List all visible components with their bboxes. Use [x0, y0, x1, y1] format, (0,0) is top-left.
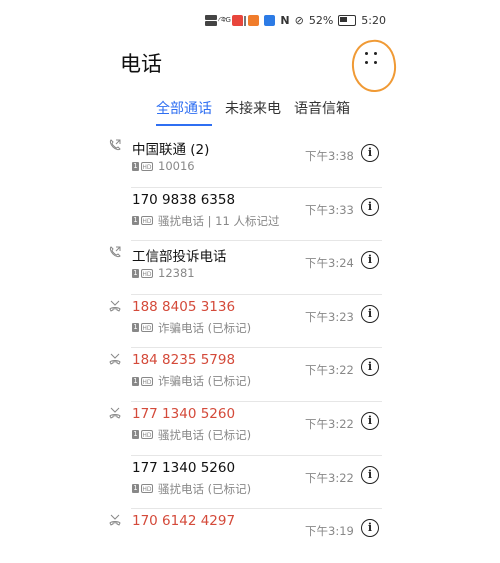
nfc-icon: N [280, 14, 290, 27]
call-row[interactable]: 工信部投诉电话 1 HD 12381 下午3:24 i [0, 241, 500, 295]
outgoing-call-icon [109, 246, 121, 258]
contact-name: 中国联通 (2) [132, 142, 210, 158]
missed-call-icon [109, 514, 121, 526]
contact-name: 170 9838 6358 [132, 191, 236, 208]
info-icon[interactable]: i [361, 519, 379, 538]
call-detail-line: 1 HD 诈骗电话 (已标记) [132, 320, 251, 336]
page-title: 电话 [120, 52, 162, 76]
call-detail: 骚扰电话 (已标记) [158, 427, 252, 442]
app-notification-icon [264, 15, 276, 26]
tab-missed-calls[interactable]: 未接来电 [225, 98, 281, 126]
app-notification-icon [232, 15, 244, 26]
call-time: 下午3:33 [305, 202, 354, 217]
call-time: 下午3:19 [305, 524, 354, 539]
contact-name: 177 1340 5260 [132, 405, 236, 422]
sim-card-icon: 1 [132, 484, 139, 494]
outgoing-call-icon [109, 139, 121, 151]
hd-icon: HD [141, 376, 153, 386]
call-detail-line: 1 HD 10016 [132, 159, 195, 173]
contact-name: 188 8405 3136 [132, 298, 236, 315]
hd-icon: HD [141, 430, 153, 440]
hd-icon: HD [141, 323, 153, 333]
call-row[interactable]: 170 9838 6358 1 HD 骚扰电话 | 11 人标记过 下午3:33… [0, 188, 500, 242]
hd-icon: HD [141, 216, 153, 226]
info-icon[interactable]: i [361, 197, 379, 216]
info-icon[interactable]: i [361, 358, 379, 377]
battery-icon [338, 15, 357, 26]
tab-voicemail[interactable]: 语音信箱 [294, 98, 350, 126]
hd-icon: HD [141, 484, 153, 494]
call-detail: 诈骗电话 (已标记) [158, 320, 252, 335]
call-detail: 骚扰电话 (已标记) [158, 481, 252, 496]
call-row[interactable]: 177 1340 5260 1 HD 骚扰电话 (已标记) 下午3:22 i [0, 456, 500, 510]
wifi-icon: ◠ [217, 14, 228, 27]
sim-card-icon: 1 [132, 323, 139, 333]
call-list: 中国联通 (2) 1 HD 10016 下午3:38 i 170 9838 63… [0, 134, 500, 563]
call-time: 下午3:23 [305, 309, 354, 324]
call-detail-line: 1 HD 骚扰电话 | 11 人标记过 [132, 213, 279, 229]
contact-name: 170 6142 4297 [132, 513, 236, 530]
info-icon[interactable]: i [361, 465, 379, 484]
call-detail-line: 1 HD 骚扰电话 (已标记) [132, 427, 251, 443]
call-row[interactable]: 170 6142 4297 下午3:19 i [0, 509, 500, 563]
call-row[interactable]: 188 8405 3136 1 HD 诈骗电话 (已标记) 下午3:23 i [0, 295, 500, 349]
info-icon[interactable]: i [361, 251, 379, 270]
status-bar-right: ◠ N ⊘ 52% 5:20 [218, 14, 386, 27]
tab-all-calls[interactable]: 全部通话 [156, 98, 212, 126]
call-detail-line: 1 HD 骚扰电话 (已标记) [132, 481, 251, 497]
tab-bar: 全部通话 未接来电 语音信箱 [156, 98, 350, 126]
info-icon[interactable]: i [361, 144, 379, 162]
call-time: 下午3:22 [305, 363, 354, 378]
call-row[interactable]: 184 8235 5798 1 HD 诈骗电话 (已标记) 下午3:22 i [0, 348, 500, 402]
status-time: 5:20 [361, 14, 386, 27]
call-detail-line: 1 HD 12381 [132, 266, 195, 280]
call-row[interactable]: 中国联通 (2) 1 HD 10016 下午3:38 i [0, 134, 500, 188]
sim-card-icon: 1 [132, 268, 139, 278]
missed-call-icon [109, 300, 121, 312]
mute-icon: ⊘ [294, 14, 304, 27]
contact-name: 177 1340 5260 [132, 459, 236, 476]
sim-card-icon: 1 [132, 430, 139, 440]
sim-card-icon: 1 [132, 161, 139, 171]
app-notification-icon [248, 15, 260, 26]
missed-call-icon [109, 407, 121, 419]
call-detail-line: 1 HD 诈骗电话 (已标记) [132, 373, 251, 389]
sim-card-icon: 1 [132, 376, 139, 386]
sim-icon [205, 14, 217, 26]
call-time: 下午3:22 [305, 416, 354, 431]
hd-icon: HD [141, 268, 153, 278]
call-time: 下午3:22 [305, 470, 354, 485]
call-detail: 12381 [158, 266, 195, 281]
missed-call-icon [109, 354, 121, 366]
call-row[interactable]: 177 1340 5260 1 HD 骚扰电话 (已标记) 下午3:22 i [0, 402, 500, 456]
call-detail: 骚扰电话 | 11 人标记过 [158, 213, 280, 228]
sim-card-icon: 1 [132, 216, 139, 226]
call-time: 下午3:38 [305, 149, 354, 163]
call-time: 下午3:24 [305, 256, 354, 271]
contact-name: 工信部投诉电话 [132, 249, 227, 266]
hd-icon: HD [141, 161, 153, 171]
status-bar: 4G ◠ N ⊘ 52% 5:20 [0, 12, 500, 32]
battery-percent: 52% [308, 14, 334, 27]
info-icon[interactable]: i [361, 304, 379, 323]
contact-name: 184 8235 5798 [132, 352, 236, 369]
call-detail: 10016 [158, 159, 195, 173]
call-detail: 诈骗电话 (已标记) [158, 374, 252, 389]
more-dots-icon[interactable] [360, 46, 384, 70]
info-icon[interactable]: i [361, 411, 379, 430]
